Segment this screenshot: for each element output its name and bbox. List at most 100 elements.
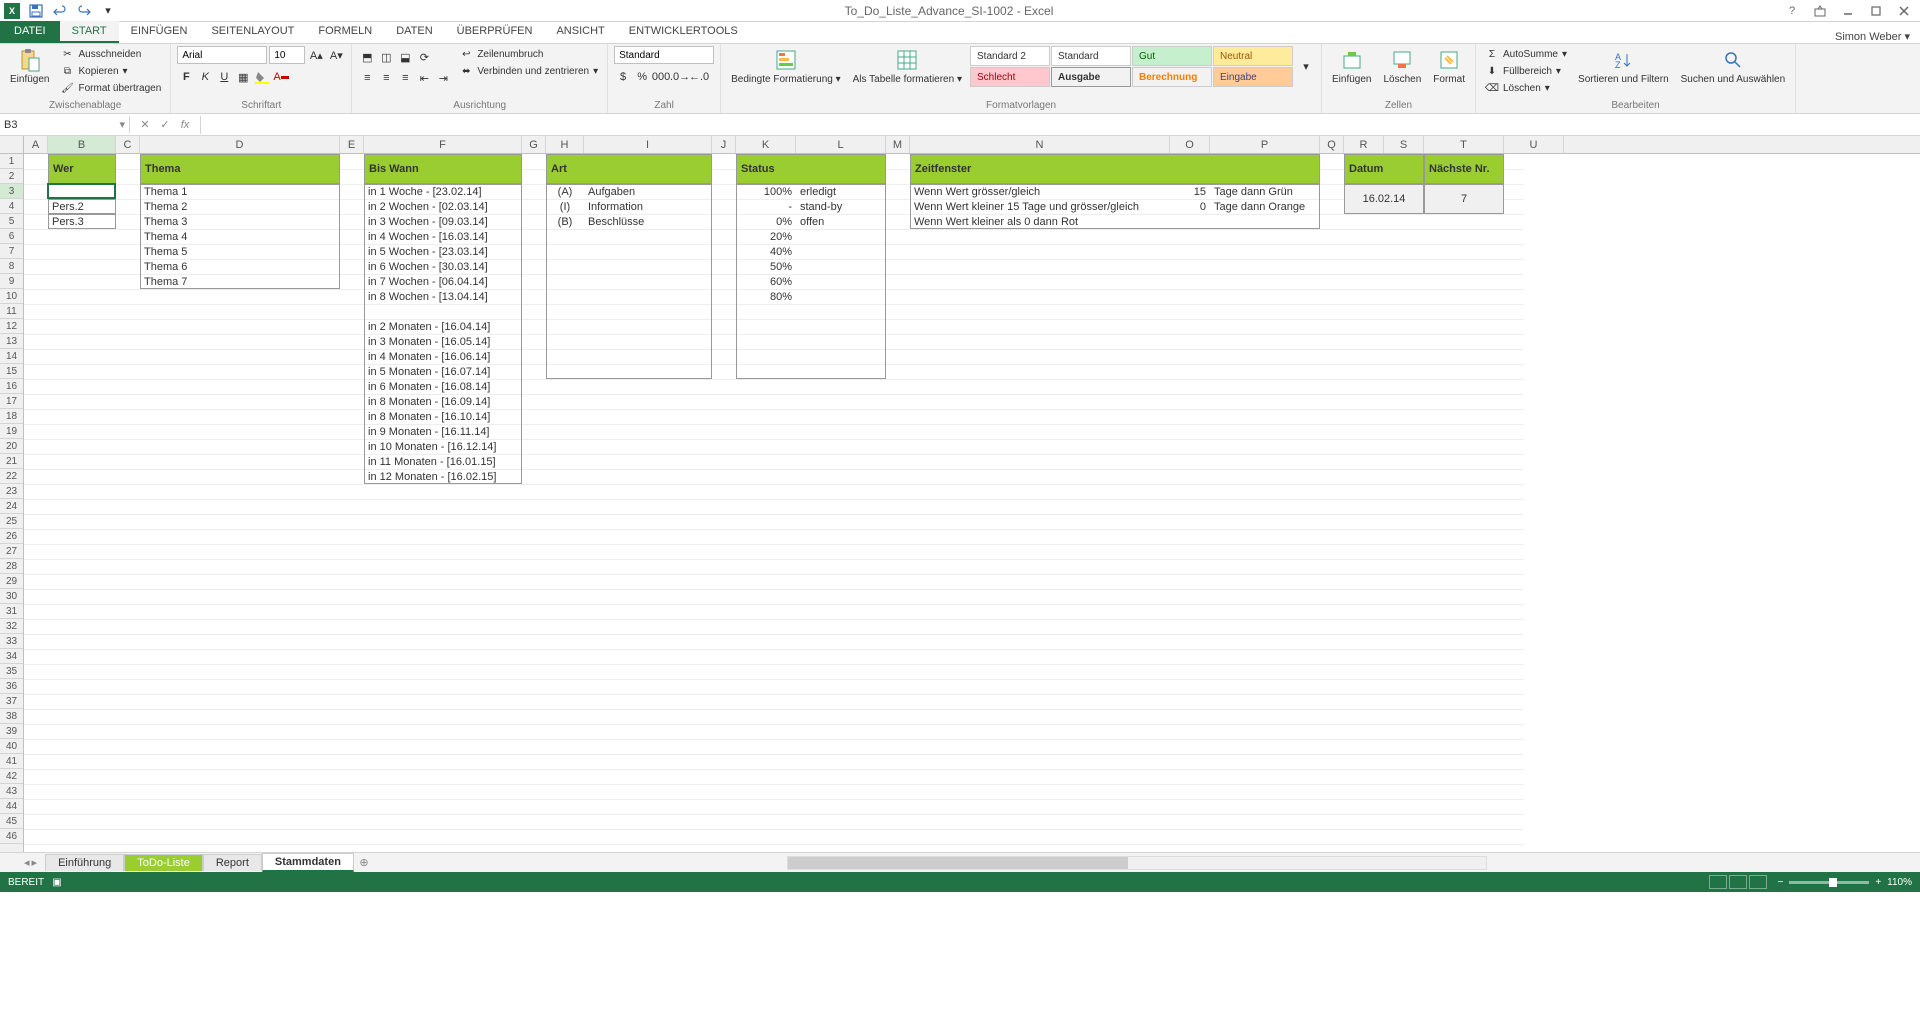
tab-formulas[interactable]: FORMELN — [306, 21, 384, 43]
help-icon[interactable]: ? — [1780, 2, 1804, 20]
enter-formula-icon[interactable]: ✓ — [156, 116, 174, 134]
row-header-21[interactable]: 21 — [0, 454, 23, 469]
row-header-29[interactable]: 29 — [0, 574, 23, 589]
style-standard2[interactable]: Standard 2 — [970, 46, 1050, 66]
align-right-icon[interactable]: ≡ — [396, 69, 414, 87]
row-header-31[interactable]: 31 — [0, 604, 23, 619]
clear-button[interactable]: ⌫Löschen ▾ — [1482, 80, 1570, 96]
header-art[interactable]: Art — [546, 154, 712, 184]
cell[interactable] — [796, 289, 886, 304]
col-header-I[interactable]: I — [584, 136, 712, 153]
cell[interactable]: 0 — [1170, 199, 1210, 214]
row-header-38[interactable]: 38 — [0, 709, 23, 724]
format-painter-button[interactable]: 🖌Format übertragen — [57, 80, 164, 96]
view-normal-icon[interactable] — [1709, 875, 1727, 889]
sheet-tab-report[interactable]: Report — [203, 854, 262, 871]
insert-cells-button[interactable]: Einfügen — [1328, 46, 1375, 87]
shrink-font-icon[interactable]: A▾ — [327, 46, 345, 64]
row-header-19[interactable]: 19 — [0, 424, 23, 439]
save-icon[interactable] — [26, 2, 46, 20]
indent-inc-icon[interactable]: ⇥ — [434, 69, 452, 87]
info-cell[interactable]: 16.02.14 — [1344, 184, 1424, 214]
row-header-35[interactable]: 35 — [0, 664, 23, 679]
border-button[interactable]: ▦ — [234, 68, 252, 86]
row-header-39[interactable]: 39 — [0, 724, 23, 739]
row-header-36[interactable]: 36 — [0, 679, 23, 694]
tab-developer[interactable]: ENTWICKLERTOOLS — [617, 21, 750, 43]
cell[interactable]: in 3 Monaten - [16.05.14] — [364, 334, 522, 349]
cell[interactable]: in 4 Wochen - [16.03.14] — [364, 229, 522, 244]
undo-icon[interactable] — [50, 2, 70, 20]
col-header-A[interactable]: A — [24, 136, 48, 153]
cell[interactable]: Pers.3 — [48, 214, 116, 229]
cell[interactable]: Thema 2 — [140, 199, 340, 214]
col-header-R[interactable]: R — [1344, 136, 1384, 153]
tab-data[interactable]: DATEN — [384, 21, 444, 43]
copy-button[interactable]: ⧉Kopieren ▾ — [57, 63, 164, 79]
cell[interactable]: in 8 Monaten - [16.10.14] — [364, 409, 522, 424]
cell[interactable]: Thema 4 — [140, 229, 340, 244]
col-header-U[interactable]: U — [1504, 136, 1564, 153]
cell[interactable]: Thema 5 — [140, 244, 340, 259]
styles-expand-icon[interactable]: ▾ — [1297, 46, 1315, 86]
row-header-1[interactable]: 1 — [0, 154, 23, 169]
maximize-icon[interactable] — [1864, 2, 1888, 20]
cell[interactable]: stand-by — [796, 199, 886, 214]
wrap-text-button[interactable]: ↩Zeilenumbruch — [456, 46, 601, 62]
row-header-25[interactable]: 25 — [0, 514, 23, 529]
sheet-tab-todo[interactable]: ToDo-Liste — [124, 854, 203, 871]
col-header-E[interactable]: E — [340, 136, 364, 153]
col-header-K[interactable]: K — [736, 136, 796, 153]
style-standard[interactable]: Standard — [1051, 46, 1131, 66]
cell[interactable]: Wenn Wert kleiner 15 Tage und grösser/gl… — [910, 199, 1170, 214]
tab-insert[interactable]: EINFÜGEN — [119, 21, 200, 43]
cell[interactable]: - — [736, 199, 796, 214]
zoom-slider[interactable] — [1789, 881, 1869, 884]
qat-customize-icon[interactable]: ▾ — [98, 2, 118, 20]
font-name-select[interactable] — [177, 46, 267, 64]
style-gut[interactable]: Gut — [1132, 46, 1212, 66]
header-wer[interactable]: Wer — [48, 154, 116, 184]
cell[interactable]: Wenn Wert kleiner als 0 dann Rot — [910, 214, 1170, 229]
cell-styles-gallery[interactable]: Standard 2 Standard Gut Neutral Schlecht… — [970, 46, 1293, 87]
style-ausgabe[interactable]: Ausgabe — [1051, 67, 1131, 87]
row-header-11[interactable]: 11 — [0, 304, 23, 319]
bold-button[interactable]: F — [177, 68, 195, 86]
style-eingabe[interactable]: Eingabe — [1213, 67, 1293, 87]
row-header-44[interactable]: 44 — [0, 799, 23, 814]
row-header-10[interactable]: 10 — [0, 289, 23, 304]
macro-icon[interactable]: ▣ — [52, 877, 61, 888]
style-neutral[interactable]: Neutral — [1213, 46, 1293, 66]
cell[interactable]: in 9 Monaten - [16.11.14] — [364, 424, 522, 439]
view-pagebreak-icon[interactable] — [1749, 875, 1767, 889]
cell[interactable]: 80% — [736, 289, 796, 304]
redo-icon[interactable] — [74, 2, 94, 20]
row-header-41[interactable]: 41 — [0, 754, 23, 769]
formula-input[interactable] — [201, 123, 1920, 127]
cell[interactable]: 40% — [736, 244, 796, 259]
cell[interactable]: in 4 Monaten - [16.06.14] — [364, 349, 522, 364]
paste-button[interactable]: Einfügen — [6, 46, 53, 87]
row-header-15[interactable]: 15 — [0, 364, 23, 379]
format-cells-button[interactable]: Format — [1429, 46, 1469, 87]
find-button[interactable]: Suchen und Auswählen — [1677, 46, 1790, 87]
spreadsheet-grid[interactable]: ABCDEFGHIJKLMNOPQRSTU 123456789101112131… — [0, 136, 1920, 852]
cell[interactable]: in 1 Woche - [23.02.14] — [364, 184, 522, 199]
cell[interactable]: in 6 Monaten - [16.08.14] — [364, 379, 522, 394]
cell[interactable]: Thema 6 — [140, 259, 340, 274]
row-header-40[interactable]: 40 — [0, 739, 23, 754]
row-header-7[interactable]: 7 — [0, 244, 23, 259]
cell[interactable]: Aufgaben — [584, 184, 712, 199]
cell[interactable]: in 12 Monaten - [16.02.15] — [364, 469, 522, 484]
active-cell[interactable] — [47, 183, 116, 199]
cell[interactable]: in 3 Wochen - [09.03.14] — [364, 214, 522, 229]
cell[interactable]: in 7 Wochen - [06.04.14] — [364, 274, 522, 289]
cell[interactable]: Tage dann Orange — [1210, 199, 1320, 214]
cancel-formula-icon[interactable]: ✕ — [136, 116, 154, 134]
row-header-18[interactable]: 18 — [0, 409, 23, 424]
align-middle-icon[interactable]: ◫ — [377, 48, 395, 66]
tab-view[interactable]: ANSICHT — [544, 21, 616, 43]
fx-icon[interactable]: fx — [176, 116, 194, 134]
header-nr[interactable]: Nächste Nr. — [1424, 154, 1504, 184]
cell[interactable]: 20% — [736, 229, 796, 244]
